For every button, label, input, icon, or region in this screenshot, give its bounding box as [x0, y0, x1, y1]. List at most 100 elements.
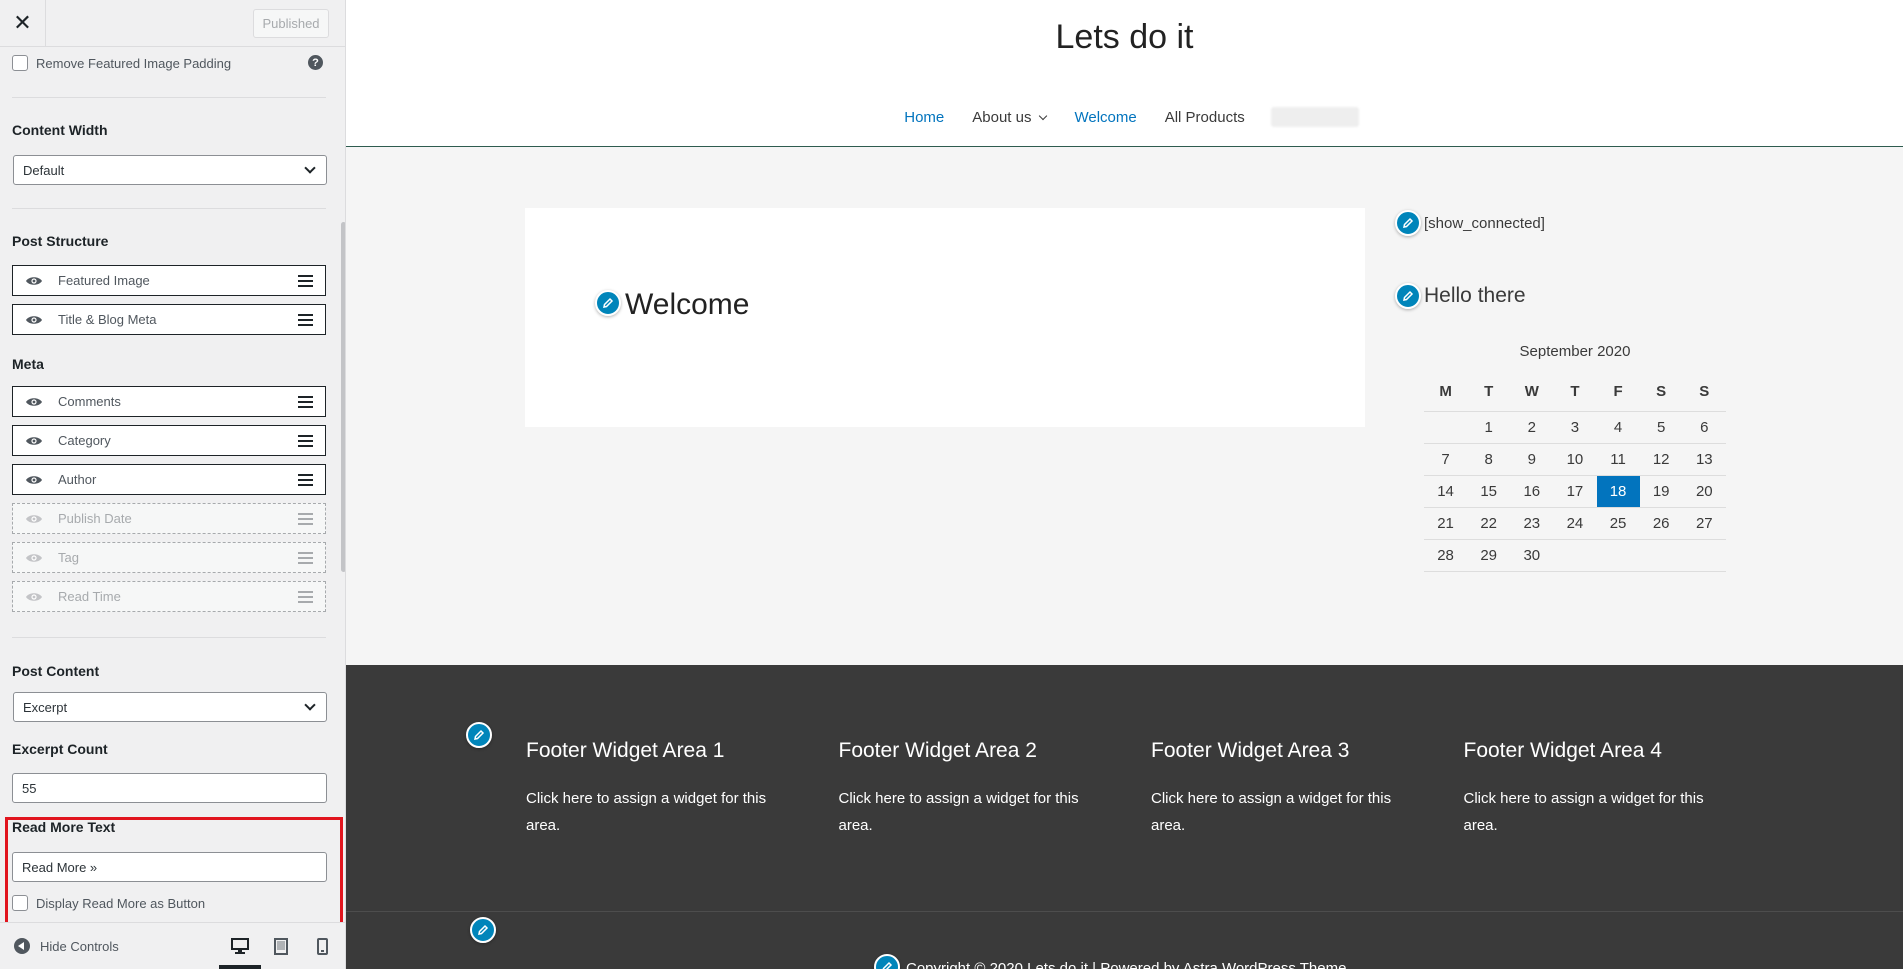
calendar-day-name: W: [1524, 383, 1539, 400]
calendar-day: 1: [1484, 419, 1493, 436]
footer-widget-area: Footer Widget Area 1 Click here to assign…: [526, 739, 776, 839]
eye-icon[interactable]: [25, 393, 43, 411]
read-more-highlight-box: [5, 817, 343, 925]
calendar-day: 22: [1480, 515, 1498, 532]
drag-handle-icon[interactable]: [298, 513, 313, 525]
calendar-day: 12: [1652, 451, 1670, 468]
footer-widget-area: Footer Widget Area 3 Click here to assign…: [1151, 739, 1401, 839]
close-customizer-button[interactable]: ✕: [0, 0, 46, 46]
excerpt-count-input[interactable]: 55: [12, 773, 327, 803]
calendar-day: 10: [1566, 451, 1584, 468]
calendar-week-row: 7 8 9 10 11 12 13: [1424, 444, 1726, 476]
calendar-day: 21: [1437, 515, 1454, 532]
calendar-day: 30: [1523, 547, 1541, 564]
calendar-day: 14: [1437, 483, 1454, 500]
divider: [12, 637, 326, 638]
sortable-item[interactable]: Category: [12, 425, 326, 456]
active-device-indicator: [219, 965, 261, 969]
help-icon[interactable]: ?: [308, 55, 323, 70]
drag-handle-icon[interactable]: [298, 396, 313, 408]
customizer-sidebar: ✕ Published Remove Featured Image Paddin…: [0, 0, 346, 969]
calendar-caption: September 2020: [1519, 343, 1631, 360]
eye-icon[interactable]: [25, 311, 43, 329]
calendar-week-row: 1 2 3 4 5 6: [1424, 412, 1726, 444]
sortable-item[interactable]: Read Time: [12, 581, 326, 612]
calendar-day: 8: [1484, 451, 1493, 468]
sortable-item[interactable]: Comments: [12, 386, 326, 417]
sortable-item[interactable]: Publish Date: [12, 503, 326, 534]
mobile-icon: [316, 937, 328, 955]
remove-featured-padding-option[interactable]: Remove Featured Image Padding: [12, 55, 231, 71]
footer-widget-assign-link[interactable]: Click here to assign a widget for this a…: [839, 785, 1089, 839]
remove-featured-padding-checkbox[interactable]: [12, 55, 28, 71]
post-content-value: Excerpt: [23, 699, 68, 715]
calendar-day-today: 18: [1596, 476, 1640, 507]
calendar-week-row: 14 15 16 17 18 19 20: [1424, 476, 1726, 508]
calendar-day: 19: [1652, 483, 1670, 500]
nav-item-welcome[interactable]: Welcome: [1074, 109, 1136, 126]
calendar-day-name: T: [1484, 383, 1494, 400]
sortable-item[interactable]: Title & Blog Meta: [12, 304, 326, 335]
post-content-title: Post Content: [12, 663, 100, 679]
chevron-down-icon: [304, 699, 316, 711]
content-width-select[interactable]: Default: [13, 155, 327, 185]
calendar-day: 25: [1609, 515, 1627, 532]
sortable-item[interactable]: Featured Image: [12, 265, 326, 296]
drag-handle-icon[interactable]: [298, 314, 313, 326]
drag-handle-icon[interactable]: [298, 474, 313, 486]
drag-handle-icon[interactable]: [298, 275, 313, 287]
edit-pencil-icon[interactable]: [470, 917, 496, 943]
footer-widget-title: Footer Widget Area 3: [1151, 739, 1350, 762]
calendar-widget: September 2020 M T W T F S S 1 2 3 4 5 6 7 8 9 10 11 12 13 1…: [1424, 340, 1726, 572]
edit-pencil-icon[interactable]: [1395, 283, 1421, 309]
calendar-day-name: T: [1570, 383, 1580, 400]
calendar-week-row: 21 22 23 24 25 26 27: [1424, 508, 1726, 540]
edit-pencil-icon[interactable]: [466, 722, 492, 748]
drag-handle-icon[interactable]: [298, 552, 313, 564]
calendar-day: 5: [1657, 419, 1666, 436]
calendar-week-row: 28 29 30: [1424, 540, 1726, 572]
sortable-item[interactable]: Author: [12, 464, 326, 495]
sortable-item-label: Comments: [58, 394, 121, 409]
edit-pencil-icon[interactable]: [595, 290, 621, 316]
nav-item-blurred[interactable]: [1270, 107, 1359, 127]
footer-widget-assign-link[interactable]: Click here to assign a widget for this a…: [1151, 785, 1401, 839]
desktop-preview-button[interactable]: [229, 935, 251, 957]
calendar-day: 20: [1695, 483, 1713, 500]
nav-item-all-products[interactable]: All Products: [1165, 109, 1245, 126]
hide-controls-button[interactable]: Hide Controls: [14, 938, 119, 954]
eye-icon[interactable]: [25, 549, 43, 567]
nav-item-home[interactable]: Home: [904, 109, 944, 126]
calendar-day: [1424, 412, 1467, 443]
drag-handle-icon[interactable]: [298, 591, 313, 603]
drag-handle-icon[interactable]: [298, 435, 313, 447]
eye-icon[interactable]: [25, 432, 43, 450]
footer-widget-assign-link[interactable]: Click here to assign a widget for this a…: [1464, 785, 1714, 839]
sortable-item[interactable]: Tag: [12, 542, 326, 573]
eye-icon[interactable]: [25, 272, 43, 290]
footer-widget-assign-link[interactable]: Click here to assign a widget for this a…: [526, 785, 776, 839]
divider: [12, 208, 326, 209]
post-content-select[interactable]: Excerpt: [13, 692, 327, 722]
eye-icon[interactable]: [25, 510, 43, 528]
eye-icon[interactable]: [25, 588, 43, 606]
calendar-day: 6: [1700, 419, 1709, 436]
tablet-icon: [274, 937, 288, 955]
site-title[interactable]: Lets do it: [346, 18, 1903, 57]
nav-item-about[interactable]: About us: [972, 109, 1048, 126]
tablet-preview-button[interactable]: [270, 935, 292, 957]
eye-icon[interactable]: [25, 471, 43, 489]
published-button[interactable]: Published: [253, 9, 329, 38]
divider: [12, 97, 326, 98]
mobile-preview-button[interactable]: [311, 935, 333, 957]
sortable-item-label: Category: [58, 433, 111, 448]
calendar-day: [1597, 540, 1640, 571]
footer-widget-title: Footer Widget Area 1: [526, 739, 725, 762]
calendar-day: 11: [1610, 451, 1626, 468]
sortable-item-label: Title & Blog Meta: [58, 312, 157, 327]
edit-pencil-icon[interactable]: [874, 954, 900, 969]
post-title[interactable]: Welcome: [625, 288, 749, 322]
calendar-day: 4: [1613, 419, 1623, 436]
edit-pencil-icon[interactable]: [1395, 210, 1421, 236]
calendar-day: 17: [1566, 483, 1584, 500]
